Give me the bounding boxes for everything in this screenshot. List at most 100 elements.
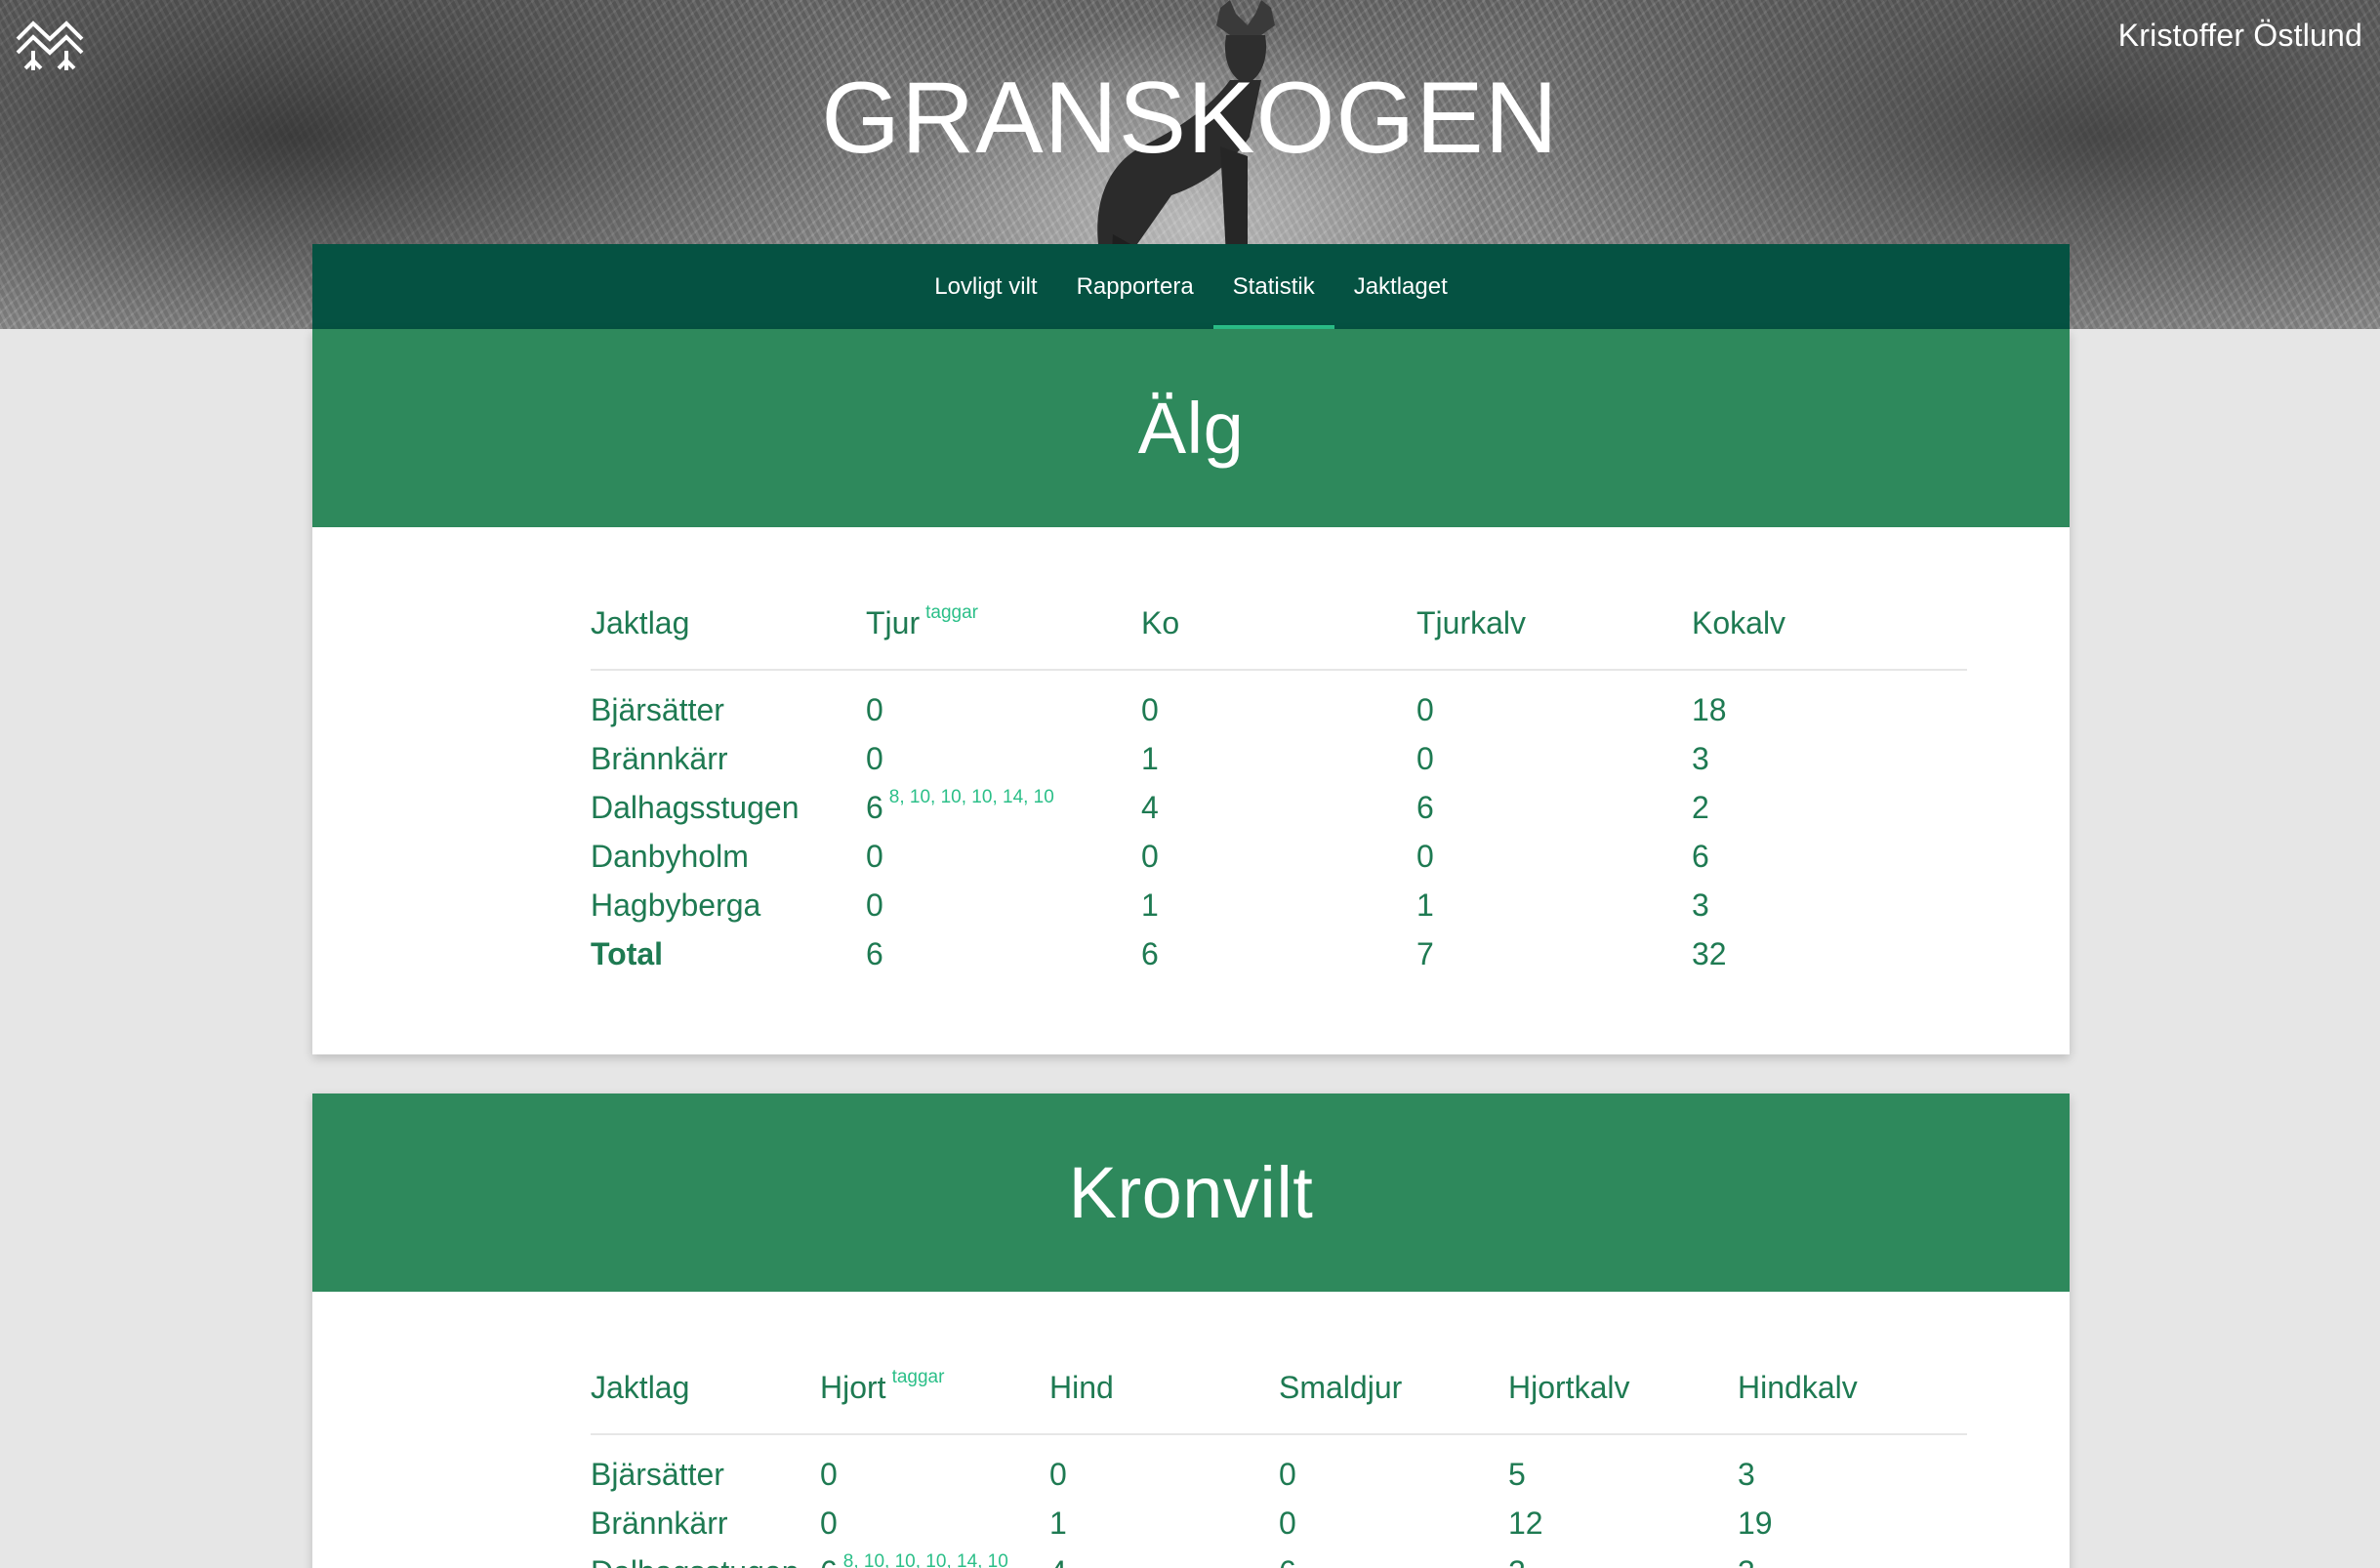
hunting-team-name: Hagbyberga: [591, 887, 761, 923]
count-value: 5: [1508, 1456, 1526, 1492]
count-cell: 0: [866, 692, 1141, 728]
count-cell: 32: [1692, 936, 1967, 972]
column-header-label: Hind: [1049, 1370, 1114, 1405]
count-cell: 0: [1049, 1457, 1279, 1493]
count-cell: 18: [1692, 692, 1967, 728]
table-body: Bjärsätter 0 0 0 18 Brännkärr 0 1 0 3 Dalhagsstuge…: [591, 671, 1967, 978]
column-header-label: Jaktlag: [591, 605, 690, 640]
count-value: 6: [820, 1554, 838, 1568]
count-cell: 0: [1279, 1506, 1508, 1542]
count-value: 4: [1141, 789, 1159, 825]
card-title: Älg: [1137, 388, 1245, 469]
table-row: Dalhagsstugen68, 10, 10, 10, 14, 104 6 23: [591, 1547, 1967, 1568]
card-header: Kronvilt: [312, 1093, 2070, 1292]
count-cell: 0: [1279, 1457, 1508, 1493]
table-row: Bjärsätter 0 0 0 18: [591, 685, 1967, 734]
count-value: 32: [1692, 935, 1727, 971]
hunting-team-name: Brännkärr: [591, 740, 728, 776]
column-header: Jaktlag: [591, 605, 866, 669]
nav-item-jaktlaget[interactable]: Jaktlaget: [1334, 244, 1467, 329]
count-cell: 68, 10, 10, 10, 14, 10: [866, 786, 1141, 826]
count-cell: 5: [1508, 1457, 1738, 1493]
table-row: Hagbyberga 0 1 1 3: [591, 881, 1967, 929]
column-header: Ko: [1141, 605, 1416, 669]
nav-item-lovligt-vilt[interactable]: Lovligt vilt: [915, 244, 1056, 329]
user-name-link[interactable]: Kristoffer Östlund: [2118, 18, 2362, 54]
count-value: 3: [1738, 1456, 1755, 1492]
count-value: 0: [1141, 691, 1159, 727]
count-cell: 0: [866, 839, 1141, 875]
count-cell: 0: [1141, 692, 1416, 728]
table-row: Danbyholm 0 0 0 6: [591, 832, 1967, 881]
nav-item-statistik[interactable]: Statistik: [1212, 244, 1334, 329]
antler-tags: 8, 10, 10, 10, 14, 10: [888, 786, 1054, 807]
count-cell: 6: [1416, 790, 1692, 826]
count-cell: 68, 10, 10, 10, 14, 10: [820, 1551, 1049, 1568]
count-cell: 3: [1692, 887, 1967, 924]
tags-label: taggar: [925, 602, 978, 624]
count-cell: 0: [820, 1457, 1049, 1493]
table-row: Brännkärr 0 1 0 12 19: [591, 1499, 1967, 1547]
stats-card-kronvilt: Kronvilt Jaktlag Hjort taggar Hind Smaldjur H…: [312, 1093, 2070, 1568]
count-value: 18: [1692, 691, 1727, 727]
count-value: 0: [1416, 838, 1434, 874]
count-cell: 19: [1738, 1506, 1967, 1542]
count-cell: 0: [866, 887, 1141, 924]
count-cell: 0: [1416, 741, 1692, 777]
table-row: Bjärsätter 0 0 0 5 3: [591, 1450, 1967, 1499]
hunting-team-name: Total: [591, 935, 664, 971]
count-value: 6: [1416, 789, 1434, 825]
main-nav: Lovligt vilt Rapportera Statistik Jaktla…: [312, 244, 2070, 329]
site-title: GRANSKOGEN: [821, 62, 1559, 175]
column-header: Jaktlag: [591, 1370, 820, 1433]
count-cell: 7: [1416, 936, 1692, 972]
column-header: Hindkalv: [1738, 1370, 1967, 1433]
column-header: Hjortkalv: [1508, 1370, 1738, 1433]
count-value: 4: [1049, 1554, 1067, 1568]
count-value: 6: [866, 789, 883, 825]
count-cell: 4: [1141, 790, 1416, 826]
count-cell: 1: [1416, 887, 1692, 924]
nav-item-rapportera[interactable]: Rapportera: [1057, 244, 1213, 329]
count-cell: 0: [1416, 692, 1692, 728]
table-body: Bjärsätter 0 0 0 5 3 Brännkärr 0 1 0 12 19 Dalhagsst…: [591, 1435, 1967, 1568]
column-header-label: Hjort: [820, 1370, 886, 1405]
count-value: 3: [1738, 1554, 1755, 1568]
count-value: 12: [1508, 1505, 1543, 1541]
table-header-row: Jaktlag Tjur taggar Ko Tjurkalv Kokalv: [591, 527, 1967, 671]
column-header-label: Hindkalv: [1738, 1370, 1858, 1405]
tags-label: taggar: [891, 1367, 945, 1388]
count-value: 6: [1141, 935, 1159, 971]
count-value: 3: [1692, 887, 1709, 923]
column-header: Hind: [1049, 1370, 1279, 1433]
count-value: 0: [1049, 1456, 1067, 1492]
count-cell: 2: [1508, 1554, 1738, 1568]
count-value: 0: [820, 1456, 838, 1492]
count-cell: 0: [1141, 839, 1416, 875]
column-header: Tjur taggar: [866, 602, 1141, 669]
count-value: 3: [1692, 740, 1709, 776]
column-header: Kokalv: [1692, 605, 1967, 669]
hunting-team-name: Dalhagsstugen: [591, 1554, 820, 1568]
count-cell: 2: [1692, 790, 1967, 826]
table-total-row: Total 6 6 7 32: [591, 929, 1967, 978]
count-value: 0: [1416, 691, 1434, 727]
column-header-label: Hjortkalv: [1508, 1370, 1630, 1405]
column-header-label: Kokalv: [1692, 605, 1786, 640]
count-value: 0: [1416, 740, 1434, 776]
count-value: 2: [1692, 789, 1709, 825]
count-cell: 0: [1416, 839, 1692, 875]
column-header: Hjort taggar: [820, 1367, 1049, 1433]
stats-table: Jaktlag Tjur taggar Ko Tjurkalv Kokalv Bjärsät…: [591, 527, 1967, 978]
stats-card-alg: Älg Jaktlag Tjur taggar Ko Tjurkalv Kokalv Bjä…: [312, 329, 2070, 1054]
count-cell: 12: [1508, 1506, 1738, 1542]
count-cell: 4: [1049, 1554, 1279, 1568]
count-value: 0: [1279, 1505, 1296, 1541]
count-value: 19: [1738, 1505, 1773, 1541]
hunting-team-name: Brännkärr: [591, 1505, 728, 1541]
count-cell: 6: [866, 936, 1141, 972]
table-header-row: Jaktlag Hjort taggar Hind Smaldjur Hjortkalv H…: [591, 1292, 1967, 1435]
hunting-team-name: Bjärsätter: [591, 1456, 724, 1492]
table-row: Brännkärr 0 1 0 3: [591, 734, 1967, 783]
count-cell: 1: [1141, 741, 1416, 777]
